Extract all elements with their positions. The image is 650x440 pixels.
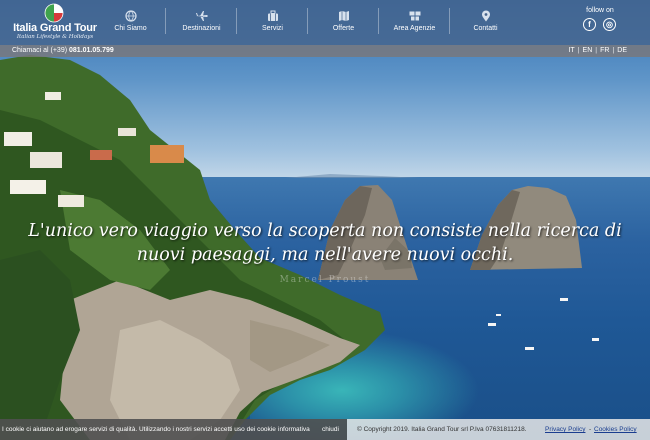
phone-prefix: Chiamaci al (+39) [12, 47, 68, 54]
quote-line-2: nuovi paesaggi, ma nell'avere nuovi occh… [136, 245, 514, 265]
contact-bar: Chiamaci al (+39) 081.01.05.799 IT | EN … [0, 45, 650, 57]
nav-item-area-agenzie[interactable]: Area Agenzie [379, 0, 450, 45]
cookie-message: I cookie ci aiutano ad erogare servizi d… [2, 426, 276, 433]
nav-label: Contatti [473, 25, 498, 32]
nav-item-destinazioni[interactable]: Destinazioni [166, 0, 237, 45]
lang-separator: | [577, 47, 580, 54]
social-follow: follow on [580, 7, 620, 14]
quote-line-1: L'unico vero viaggio verso la scoperta n… [28, 221, 622, 241]
nav-item-offerte[interactable]: Offerte [308, 0, 379, 45]
lang-en[interactable]: EN [580, 45, 596, 57]
instagram-icon[interactable]: ◎ [603, 18, 616, 31]
cookie-close-button[interactable]: chiudi [322, 419, 339, 440]
nav-label: Chi Siamo [114, 25, 147, 32]
globe-icon [125, 10, 137, 22]
phone-number[interactable]: 081.01.05.799 [69, 47, 114, 54]
cookie-info-link[interactable]: informativa [278, 419, 310, 440]
brand-name: Italia Grand Tour [13, 22, 97, 34]
suitcase-icon [268, 10, 278, 21]
lang-separator: | [612, 47, 615, 54]
quote-author: Marcel Proust [279, 275, 371, 285]
cookie-banner: I cookie ci aiutano ad erogare servizi d… [0, 419, 347, 440]
cookies-policy-link[interactable]: Cookies Policy [594, 419, 637, 440]
nav-item-chi-siamo[interactable]: Chi Siamo [95, 0, 166, 45]
site-header: Italia Grand Tour Italian Lifestyle & Ho… [0, 0, 650, 45]
lang-separator: | [595, 47, 598, 54]
people-icon [409, 11, 421, 21]
footer-separator: - [589, 426, 592, 433]
nav-label: Area Agenzie [393, 25, 436, 32]
nav-item-contatti[interactable]: Contatti [450, 0, 521, 45]
italy-emblem-icon [44, 3, 64, 23]
nav-label: Destinazioni [182, 25, 221, 32]
main-nav: Chi Siamo Destinazioni Servizi Offerte A… [95, 0, 521, 45]
brand-tagline: Italian Lifestyle & Holidays [16, 34, 94, 40]
language-switcher: IT | EN | FR | DE [565, 45, 630, 57]
facebook-icon[interactable]: f [583, 18, 596, 31]
lang-it[interactable]: IT [565, 45, 577, 57]
phone-info: Chiamaci al (+39) 081.01.05.799 [12, 45, 114, 57]
location-pin-icon [482, 10, 490, 22]
follow-label: follow on [586, 7, 614, 14]
nav-item-servizi[interactable]: Servizi [237, 0, 308, 45]
map-icon [339, 11, 349, 21]
copyright-text: © Copyright 2019. Italia Grand Tour srl … [357, 426, 527, 433]
footer-bar: © Copyright 2019. Italia Grand Tour srl … [347, 419, 650, 440]
nav-label: Offerte [332, 25, 355, 32]
lang-fr[interactable]: FR [597, 45, 612, 57]
hero-quote: L'unico vero viaggio verso la scoperta n… [0, 219, 650, 267]
privacy-policy-link[interactable]: Privacy Policy [545, 419, 585, 440]
lang-de[interactable]: DE [614, 45, 630, 57]
nav-label: Servizi [261, 25, 283, 32]
brand-logo[interactable]: Italia Grand Tour Italian Lifestyle & Ho… [10, 3, 100, 43]
airplane-icon [196, 11, 208, 21]
